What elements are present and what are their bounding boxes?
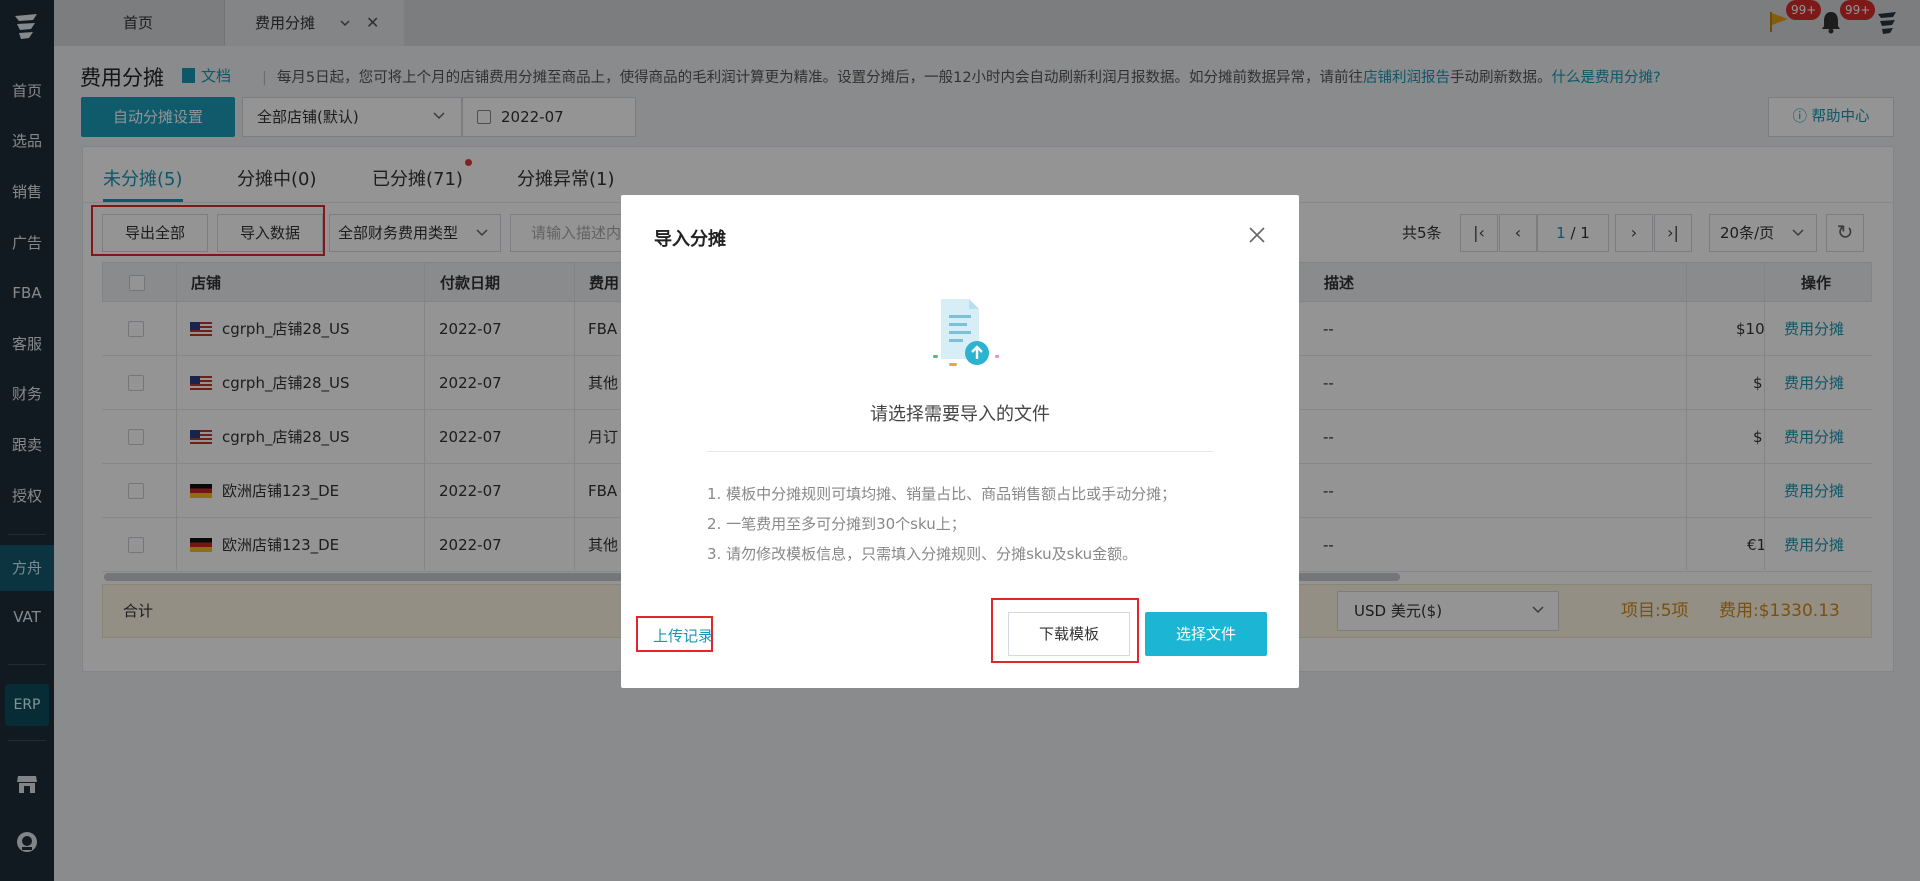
highlight-box xyxy=(991,598,1139,663)
dialog-subtitle: 请选择需要导入的文件 xyxy=(870,404,1050,425)
tip-item: 2. 一笔费用至多可分摊到30个sku上； xyxy=(707,515,966,533)
import-allocation-dialog: 导入分摊 请选择需要导入的文件 1. 模板中分摊规则可填均摊、销量占比、商品销售… xyxy=(621,195,1299,688)
import-tips: 1. 模板中分摊规则可填均摊、销量占比、商品销售额占比或手动分摊； 2. 一笔费… xyxy=(707,479,1176,569)
choose-file-button[interactable]: 选择文件 xyxy=(1145,612,1267,656)
dialog-title: 导入分摊 xyxy=(654,229,726,250)
tip-item: 3. 请勿修改模板信息，只需填入分摊规则、分摊sku及sku金额。 xyxy=(707,545,1138,563)
tip-item: 1. 模板中分摊规则可填均摊、销量占比、商品销售额占比或手动分摊； xyxy=(707,485,1177,503)
highlight-box xyxy=(636,616,713,652)
close-icon[interactable] xyxy=(1247,225,1267,245)
dialog-divider xyxy=(707,451,1213,452)
file-upload-icon xyxy=(933,299,999,366)
